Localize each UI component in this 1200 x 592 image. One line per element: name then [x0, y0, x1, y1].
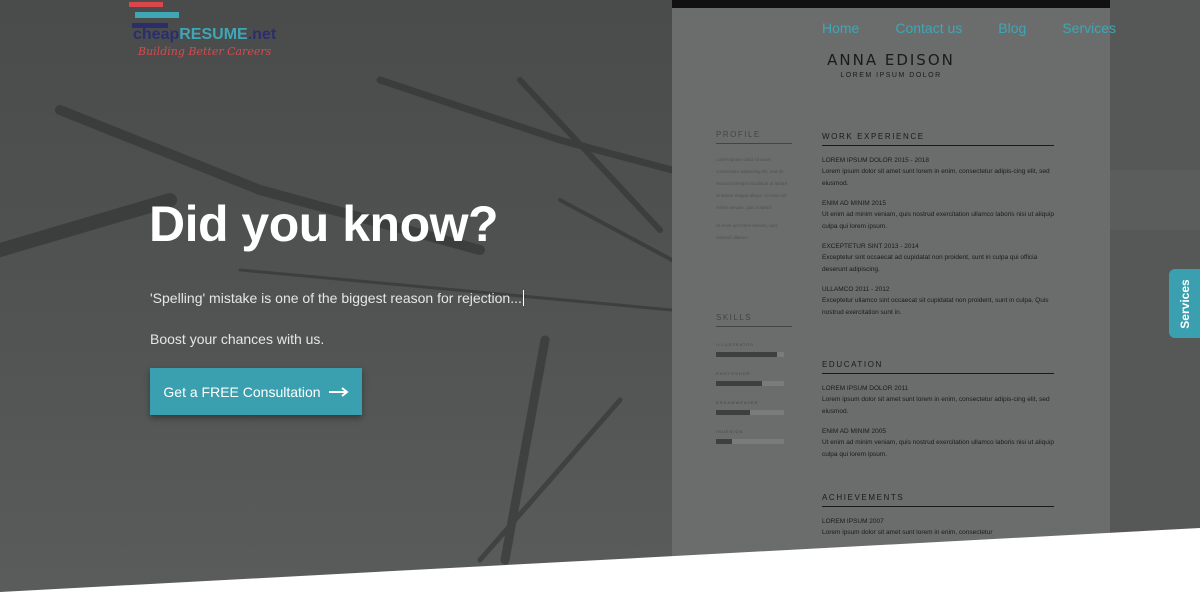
resume-achievements-header: ACHIEVEMENTS [822, 493, 1054, 507]
main-nav: Home Contact us Blog Services [822, 20, 1116, 36]
resume-entry: ENIM AD MINIM 2015 Ut enim ad minim veni… [822, 199, 1054, 232]
resume-entry-title: EXCEPTETUR SINT 2013 - 2014 [822, 243, 919, 250]
nav-blog[interactable]: Blog [998, 20, 1026, 36]
logo-teal-stripe [135, 12, 179, 18]
resume-entry: EXCEPTETUR SINT 2013 - 2014 Exceptetur s… [822, 242, 1054, 275]
resume-skills-header: SKILLS [716, 313, 792, 327]
free-consultation-label: Get a FREE Consultation [163, 383, 321, 400]
resume-entry-title: LOREM IPSUM DOLOR 2011 [822, 385, 909, 392]
resume-education-header: EDUCATION [822, 360, 1054, 374]
resume-skill-fill [716, 439, 733, 444]
resume-skill: DREAMWEAVER [716, 400, 784, 415]
resume-entry: LOREM IPSUM DOLOR 2015 - 2018 Lorem ipsu… [822, 156, 1054, 189]
logo-word-net: .net [247, 26, 277, 43]
hero-section: ANNA EDISON LOREM IPSUM DOLOR PROFILE Lo… [0, 0, 1200, 592]
resume-skill-label: ILLUSTRATOR [716, 342, 755, 347]
nav-contact-us[interactable]: Contact us [895, 20, 962, 36]
logo-word-resume: RESUME [179, 26, 248, 43]
resume-skill: ILLUSTRATOR [716, 342, 784, 357]
resume-entry-desc: Exceptetur ullamco sint occaecat sit cup… [822, 297, 1049, 316]
resume-entry: LOREM IPSUM DOLOR 2011 Lorem ipsum dolor… [822, 384, 1054, 417]
services-side-tab[interactable]: Services [1169, 269, 1200, 338]
logo-wordmark: cheapRESUME.net [133, 26, 276, 44]
resume-top-bar [672, 0, 1110, 8]
resume-skill: INDESIGN [716, 429, 784, 444]
resume-skill-bar [716, 439, 784, 444]
logo-tagline: Building Better Careers [138, 45, 272, 58]
resume-skill-bar [716, 352, 784, 357]
site-logo[interactable]: cheapRESUME.net Building Better Careers [128, 2, 288, 62]
resume-skill-fill [716, 352, 778, 357]
resume-skill-fill [716, 410, 750, 415]
resume-entry-desc: Ut enim ad minim veniam, quis nostrud ex… [822, 211, 1054, 230]
hero-fact-text: 'Spelling' mistake is one of the biggest… [150, 290, 522, 306]
resume-entry-title: LOREM IPSUM DOLOR 2015 - 2018 [822, 157, 929, 164]
resume-profile: PROFILE Lorem ipsum dolor sit amet, cons… [716, 130, 792, 244]
hero-title: Did you know? [149, 196, 499, 252]
resume-profile-header: PROFILE [716, 130, 792, 144]
resume-entry-title: ULLAMCO 2011 - 2012 [822, 286, 890, 293]
resume-skill-label: INDESIGN [716, 429, 744, 434]
resume-work-header: WORK EXPERIENCE [822, 132, 1054, 146]
resume-entry: ULLAMCO 2011 - 2012 Exceptetur ullamco s… [822, 285, 1054, 318]
resume-entry-desc: Exceptetur sint occaecat ad cupidatat no… [822, 254, 1038, 273]
resume-skill-label: PHOTOSHOP [716, 371, 751, 376]
resume-achievements: ACHIEVEMENTS LOREM IPSUM 2007 Lorem ipsu… [822, 493, 1054, 539]
nav-home[interactable]: Home [822, 20, 859, 36]
resume-entry-desc: Ut enim ad minim veniam, quis nostrud ex… [822, 439, 1054, 458]
resume-skill-bar [716, 381, 784, 386]
resume-skill-label: DREAMWEAVER [716, 400, 759, 405]
resume-education: EDUCATION LOREM IPSUM DOLOR 2011 Lorem i… [822, 360, 1054, 460]
resume-document-image: ANNA EDISON LOREM IPSUM DOLOR PROFILE Lo… [672, 0, 1110, 592]
hero-fact: 'Spelling' mistake is one of the biggest… [150, 290, 524, 306]
resume-entry-desc: Lorem ipsum dolor sit amet sunt lorem in… [822, 396, 1050, 415]
resume-name: ANNA EDISON [827, 51, 955, 69]
logo-word-cheap: cheap [133, 26, 180, 43]
nav-services[interactable]: Services [1062, 20, 1116, 36]
services-side-tab-label: Services [1177, 278, 1192, 329]
resume-entry-title: ENIM AD MINIM 2005 [822, 428, 886, 435]
resume-entry: ENIM AD MINIM 2005 Ut enim ad minim veni… [822, 427, 1054, 460]
resume-skill: PHOTOSHOP [716, 371, 784, 386]
logo-red-stripe [129, 2, 163, 7]
resume-entry-desc: Lorem ipsum dolor sit amet sunt lorem in… [822, 529, 993, 536]
resume-work-experience: WORK EXPERIENCE LOREM IPSUM DOLOR 2015 -… [822, 132, 1054, 318]
resume-skill-fill [716, 381, 763, 386]
resume-role: LOREM IPSUM DOLOR [840, 72, 942, 79]
resume-profile-text-2: Ut enim ad minim veniam, quis nostrud ul… [716, 223, 778, 240]
free-consultation-button[interactable]: Get a FREE Consultation [150, 368, 362, 415]
resume-profile-text: Lorem ipsum dolor sit amet, consectetur … [716, 157, 788, 210]
typing-caret [522, 290, 524, 306]
hero-boost-text: Boost your chances with us. [150, 331, 325, 347]
arrow-right-icon [328, 386, 349, 397]
resume-skill-bar [716, 410, 784, 415]
resume-entry-title: LOREM IPSUM 2007 [822, 518, 884, 525]
resume-skills: SKILLS [716, 313, 792, 337]
resume-entry-title: ENIM AD MINIM 2015 [822, 200, 886, 207]
resume-entry: LOREM IPSUM 2007 Lorem ipsum dolor sit a… [822, 517, 1054, 539]
resume-entry-desc: Lorem ipsum dolor sit amet sunt lorem in… [822, 168, 1050, 187]
